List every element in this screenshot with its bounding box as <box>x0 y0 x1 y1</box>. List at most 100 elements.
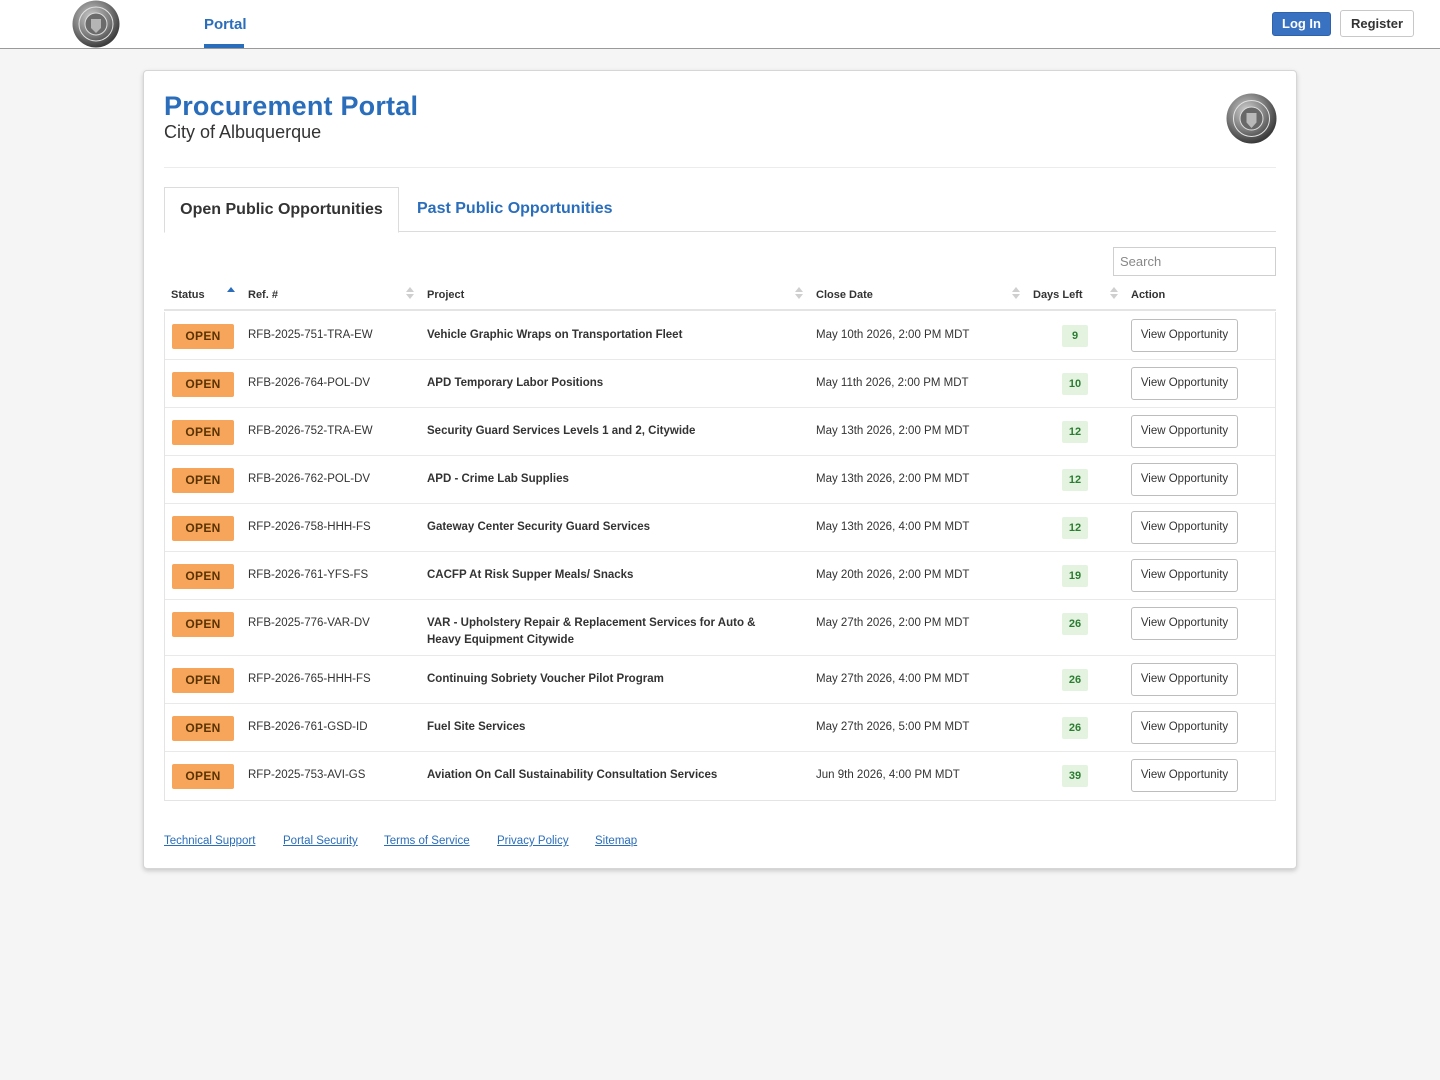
status-badge: OPEN <box>172 324 234 349</box>
login-button[interactable]: Log In <box>1272 12 1331 36</box>
days-left-badge: 12 <box>1062 421 1088 443</box>
days-left-badge: 12 <box>1062 469 1088 491</box>
page-title: Procurement Portal <box>164 91 419 121</box>
view-opportunity-button[interactable]: View Opportunity <box>1131 463 1238 496</box>
status-badge: OPEN <box>172 716 234 741</box>
ref-number: RFB-2025-776-VAR-DV <box>248 617 370 629</box>
sort-arrows-icon[interactable] <box>406 287 414 301</box>
footer-link-terms-of-service[interactable]: Terms of Service <box>384 835 470 847</box>
view-opportunity-button[interactable]: View Opportunity <box>1131 759 1238 792</box>
project-name: APD - Crime Lab Supplies <box>427 473 569 485</box>
column-header-action: Action <box>1131 289 1166 301</box>
project-name: Aviation On Call Sustainability Consulta… <box>427 769 718 781</box>
footer-link-portal-security[interactable]: Portal Security <box>283 835 358 847</box>
city-seal-icon[interactable] <box>72 0 120 48</box>
ref-number: RFP-2026-758-HHH-FS <box>248 521 371 533</box>
view-opportunity-button[interactable]: View Opportunity <box>1131 511 1238 544</box>
view-opportunity-button[interactable]: View Opportunity <box>1131 607 1238 640</box>
column-header-project[interactable]: Project <box>427 289 464 301</box>
footer-link-privacy-policy[interactable]: Privacy Policy <box>497 835 569 847</box>
sort-arrows-icon[interactable] <box>1110 287 1118 301</box>
sort-arrows-icon[interactable] <box>227 287 235 301</box>
days-left-badge: 26 <box>1062 669 1088 691</box>
column-header-days-left[interactable]: Days Left <box>1033 289 1083 301</box>
status-badge: OPEN <box>172 668 234 693</box>
table-row: OPEN RFB-2025-751-TRA-EW Vehicle Graphic… <box>165 312 1275 360</box>
close-date: May 13th 2026, 2:00 PM MDT <box>816 473 970 485</box>
days-left-badge: 9 <box>1062 325 1088 347</box>
sort-arrows-icon[interactable] <box>1012 287 1020 301</box>
status-badge: OPEN <box>172 612 234 637</box>
project-name: VAR - Upholstery Repair & Replacement Se… <box>427 617 756 646</box>
view-opportunity-button[interactable]: View Opportunity <box>1131 319 1238 352</box>
footer-link-technical-support[interactable]: Technical Support <box>164 835 255 847</box>
search-input[interactable] <box>1113 247 1276 276</box>
sort-arrows-icon[interactable] <box>795 287 803 301</box>
view-opportunity-button[interactable]: View Opportunity <box>1131 663 1238 696</box>
project-name: Continuing Sobriety Voucher Pilot Progra… <box>427 673 664 685</box>
table-row: OPEN RFP-2026-758-HHH-FS Gateway Center … <box>165 504 1275 552</box>
close-date: May 27th 2026, 2:00 PM MDT <box>816 617 970 629</box>
status-badge: OPEN <box>172 516 234 541</box>
table-row: OPEN RFB-2026-761-GSD-ID Fuel Site Servi… <box>165 704 1275 752</box>
project-name: CACFP At Risk Supper Meals/ Snacks <box>427 569 634 581</box>
close-date: May 10th 2026, 2:00 PM MDT <box>816 329 970 341</box>
column-header-status[interactable]: Status <box>171 289 205 301</box>
project-name: Vehicle Graphic Wraps on Transportation … <box>427 329 683 341</box>
footer-link-sitemap[interactable]: Sitemap <box>595 835 637 847</box>
days-left-badge: 12 <box>1062 517 1088 539</box>
status-badge: OPEN <box>172 420 234 445</box>
ref-number: RFP-2025-753-AVI-GS <box>248 769 366 781</box>
opportunities-table: OPEN RFB-2025-751-TRA-EW Vehicle Graphic… <box>164 312 1276 801</box>
close-date: May 20th 2026, 2:00 PM MDT <box>816 569 970 581</box>
table-row: OPEN RFB-2025-776-VAR-DV VAR - Upholster… <box>165 600 1275 656</box>
nav-portal-link[interactable]: Portal <box>204 16 247 33</box>
tab-open-opportunities[interactable]: Open Public Opportunities <box>164 187 399 233</box>
table-row: OPEN RFB-2026-752-TRA-EW Security Guard … <box>165 408 1275 456</box>
project-name: Gateway Center Security Guard Services <box>427 521 651 533</box>
table-header: Status Ref. # Project Close Date Days Le… <box>164 279 1276 311</box>
view-opportunity-button[interactable]: View Opportunity <box>1131 711 1238 744</box>
ref-number: RFP-2026-765-HHH-FS <box>248 673 371 685</box>
view-opportunity-button[interactable]: View Opportunity <box>1131 415 1238 448</box>
close-date: May 27th 2026, 5:00 PM MDT <box>816 721 970 733</box>
table-row: OPEN RFB-2026-764-POL-DV APD Temporary L… <box>165 360 1275 408</box>
table-row: OPEN RFP-2025-753-AVI-GS Aviation On Cal… <box>165 752 1275 800</box>
status-badge: OPEN <box>172 468 234 493</box>
page-subtitle: City of Albuquerque <box>164 122 322 142</box>
project-name: Fuel Site Services <box>427 721 526 733</box>
days-left-badge: 26 <box>1062 613 1088 635</box>
column-header-ref[interactable]: Ref. # <box>248 289 278 301</box>
view-opportunity-button[interactable]: View Opportunity <box>1131 367 1238 400</box>
status-badge: OPEN <box>172 564 234 589</box>
header-divider <box>164 167 1276 168</box>
table-row: OPEN RFP-2026-765-HHH-FS Continuing Sobr… <box>165 656 1275 704</box>
days-left-badge: 19 <box>1062 565 1088 587</box>
nav-active-indicator <box>204 44 244 48</box>
view-opportunity-button[interactable]: View Opportunity <box>1131 559 1238 592</box>
close-date: May 27th 2026, 4:00 PM MDT <box>816 673 970 685</box>
ref-number: RFB-2026-761-YFS-FS <box>248 569 369 581</box>
close-date: May 13th 2026, 2:00 PM MDT <box>816 425 970 437</box>
close-date: Jun 9th 2026, 4:00 PM MDT <box>816 769 960 781</box>
days-left-badge: 39 <box>1062 765 1088 787</box>
days-left-badge: 10 <box>1062 373 1088 395</box>
tab-past-opportunities[interactable]: Past Public Opportunities <box>417 200 613 218</box>
ref-number: RFB-2026-764-POL-DV <box>248 377 371 389</box>
days-left-badge: 26 <box>1062 717 1088 739</box>
portal-card: Procurement Portal City of Albuquerque O… <box>143 70 1297 869</box>
close-date: May 11th 2026, 2:00 PM MDT <box>816 377 969 389</box>
close-date: May 13th 2026, 4:00 PM MDT <box>816 521 970 533</box>
ref-number: RFB-2026-752-TRA-EW <box>248 425 373 437</box>
ref-number: RFB-2025-751-TRA-EW <box>248 329 373 341</box>
table-row: OPEN RFB-2026-761-YFS-FS CACFP At Risk S… <box>165 552 1275 600</box>
column-header-close-date[interactable]: Close Date <box>816 289 873 301</box>
project-name: Security Guard Services Levels 1 and 2, … <box>427 425 696 437</box>
status-badge: OPEN <box>172 764 234 789</box>
status-badge: OPEN <box>172 372 234 397</box>
city-seal-icon <box>1226 93 1277 144</box>
project-name: APD Temporary Labor Positions <box>427 377 604 389</box>
ref-number: RFB-2026-761-GSD-ID <box>248 721 368 733</box>
register-button[interactable]: Register <box>1340 10 1414 37</box>
ref-number: RFB-2026-762-POL-DV <box>248 473 371 485</box>
